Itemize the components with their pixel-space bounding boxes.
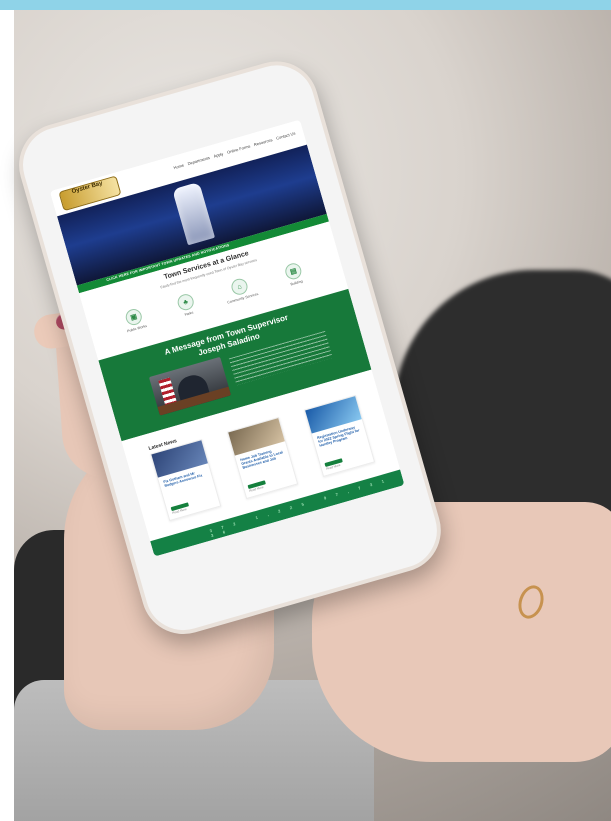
document-icon: ▤	[283, 261, 304, 282]
nav-item-contact[interactable]: Contact Us	[276, 131, 296, 141]
news-card-1[interactable]: Fix Gotham and Mr Rodgers Announce Fix R…	[150, 438, 222, 522]
home-icon: ⌂	[229, 276, 250, 297]
nav-item-apply[interactable]: Apply	[213, 151, 224, 159]
truck-icon: ▣	[123, 307, 144, 327]
tree-icon: ♣	[175, 292, 196, 313]
service-building[interactable]: ▤ Building	[274, 259, 315, 290]
news-card-2[interactable]: Home Job Training Grants Available to Lo…	[227, 416, 299, 500]
service-parks[interactable]: ♣ Parks	[166, 290, 207, 321]
service-community[interactable]: ⌂ Community Services	[220, 274, 261, 305]
news-card-3[interactable]: Registration Underway for 2022 Spring Fl…	[303, 394, 376, 478]
nav-item-resources[interactable]: Resources	[253, 137, 273, 147]
service-public-works[interactable]: ▣ Public Works	[114, 304, 155, 335]
nav-item-online-forms[interactable]: Online Forms	[226, 143, 250, 154]
top-strip	[0, 0, 611, 10]
image-frame: Oyster Bay Home Departments Apply Online…	[0, 0, 611, 821]
nav-item-home[interactable]: Home	[173, 162, 185, 170]
nav-item-departments[interactable]: Departments	[187, 155, 210, 166]
statue-image	[172, 181, 216, 246]
